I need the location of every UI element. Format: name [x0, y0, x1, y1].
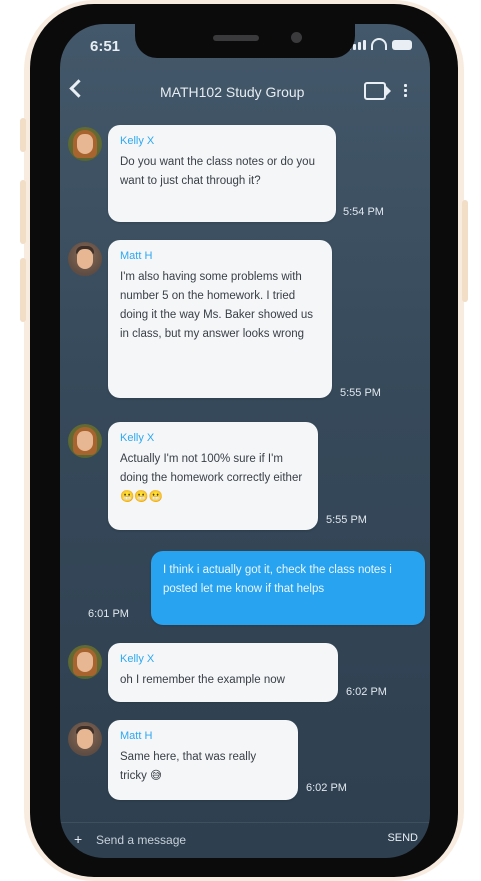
- side-button-volume-up: [20, 180, 26, 244]
- my-message-bubble[interactable]: I think i actually got it, check the cla…: [151, 551, 425, 625]
- message-text: Do you want the class notes or do you wa…: [120, 156, 315, 187]
- message-timestamp: 6:02 PM: [306, 782, 347, 794]
- message-sender: Kelly X: [120, 653, 155, 665]
- message-timestamp: 6:01 PM: [88, 608, 129, 620]
- message-input[interactable]: [94, 829, 348, 851]
- message-text: I think i actually got it, check the cla…: [163, 564, 392, 595]
- avatar-kelly[interactable]: [68, 424, 102, 458]
- chat-header: MATH102 Study Group: [60, 70, 430, 114]
- wifi-icon: [371, 38, 387, 50]
- message-sender: Matt H: [120, 730, 153, 742]
- more-vertical-icon[interactable]: [404, 83, 407, 97]
- send-button[interactable]: SEND: [387, 832, 418, 844]
- front-camera: [291, 32, 302, 43]
- avatar-kelly[interactable]: [68, 645, 102, 679]
- message-text: Same here, that was really tricky 😅: [120, 751, 257, 782]
- message-timestamp: 5:54 PM: [343, 206, 384, 218]
- avatar-kelly[interactable]: [68, 127, 102, 161]
- message-text: Actually I'm not 100% sure if I'm doing …: [120, 453, 303, 503]
- message-timestamp: 6:02 PM: [346, 686, 387, 698]
- notch: [135, 24, 355, 58]
- message-text: oh I remember the example now: [120, 674, 285, 686]
- message-composer: + SEND: [60, 822, 430, 858]
- avatar-matt[interactable]: [68, 722, 102, 756]
- message-bubble[interactable]: Matt H I'm also having some problems wit…: [108, 240, 332, 398]
- side-button-power: [462, 200, 468, 302]
- message-sender: Kelly X: [120, 135, 155, 147]
- message-sender: Matt H: [120, 250, 153, 262]
- side-button-mute: [20, 118, 26, 152]
- back-chevron-icon[interactable]: [69, 79, 88, 98]
- speaker: [213, 35, 259, 41]
- status-icons: [348, 38, 412, 50]
- side-button-volume-down: [20, 258, 26, 322]
- avatar-matt[interactable]: [68, 242, 102, 276]
- chat-title: MATH102 Study Group: [160, 84, 305, 100]
- message-text: I'm also having some problems with numbe…: [120, 271, 314, 340]
- battery-icon: [392, 40, 412, 50]
- status-time: 6:51: [90, 38, 121, 55]
- plus-icon[interactable]: +: [74, 831, 82, 847]
- chat-screen: 6:51 MATH102 Study Group Kelly X Do you …: [60, 24, 430, 858]
- message-bubble[interactable]: Matt H Same here, that was really tricky…: [108, 720, 298, 800]
- message-bubble[interactable]: Kelly X Actually I'm not 100% sure if I'…: [108, 422, 318, 530]
- message-bubble[interactable]: Kelly X oh I remember the example now: [108, 643, 338, 702]
- message-sender: Kelly X: [120, 432, 155, 444]
- message-timestamp: 5:55 PM: [326, 514, 367, 526]
- video-camera-icon[interactable]: [364, 82, 391, 100]
- message-timestamp: 5:55 PM: [340, 387, 381, 399]
- message-bubble[interactable]: Kelly X Do you want the class notes or d…: [108, 125, 336, 222]
